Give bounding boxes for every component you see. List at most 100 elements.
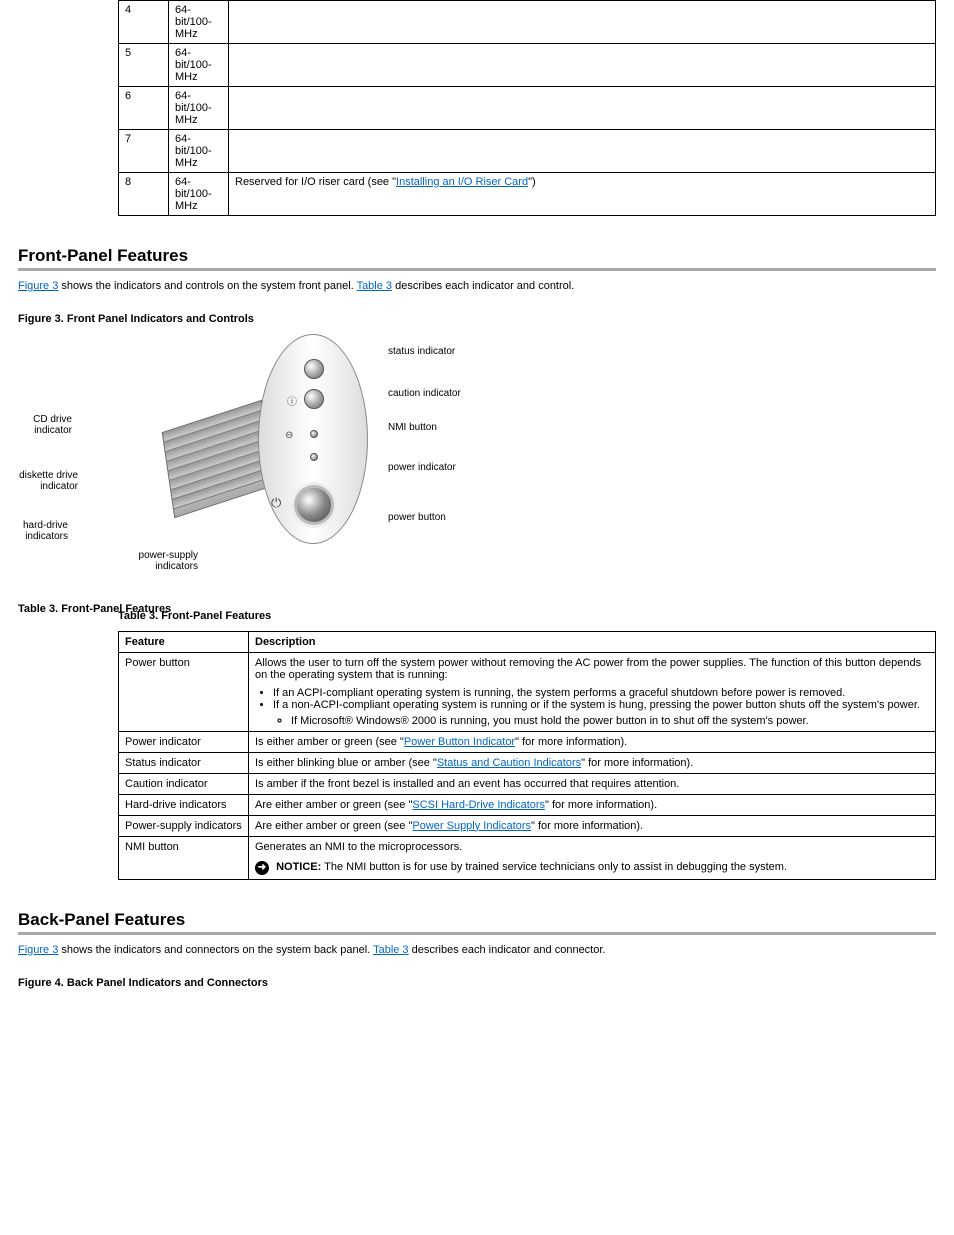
info-glyph-icon: ⓘ (287, 393, 297, 408)
cell-desc (229, 44, 936, 87)
callout-caution: caution indicator (388, 388, 461, 399)
power-glyph-icon: ⏻ (271, 495, 281, 511)
cell-card: 64-bit/100-MHz (169, 87, 229, 130)
power-button-indicator-link[interactable]: Power Button Indicator (404, 736, 515, 748)
top-table-wrap: 4 64-bit/100-MHz 5 64-bit/100-MHz 6 64-b… (18, 0, 936, 216)
ps-pre: Are either amber or green (see " (255, 820, 412, 832)
cell-feature: NMI button (119, 836, 249, 879)
bul2-text: If a non-ACPI-compliant operating system… (273, 699, 920, 711)
back-intro-text-1: shows the indicators and connectors on t… (61, 944, 373, 956)
status-led-icon (304, 359, 324, 379)
figure-4-link[interactable]: Figure 3 (18, 944, 58, 956)
cell-slot: 5 (119, 44, 169, 87)
list-item: If Microsoft® Windows® 2000 is running, … (291, 715, 929, 727)
cell-desc: Are either amber or green (see "Power Su… (249, 815, 936, 836)
device-illustration (162, 400, 275, 518)
notice-text: The NMI button is for use by trained ser… (324, 861, 787, 873)
top-table: 4 64-bit/100-MHz 5 64-bit/100-MHz 6 64-b… (118, 0, 936, 216)
table-row: Power button Allows the user to turn off… (119, 652, 936, 731)
nmi-glyph-icon: ⊖ (285, 430, 293, 441)
caption-bold: Panel Features (193, 610, 271, 622)
nmi-desc: Generates an NMI to the microprocessors. (255, 841, 929, 853)
table-header-row: Feature Description (119, 631, 936, 652)
front-intro-text-2: describes each indicator and control. (395, 280, 574, 292)
cell-feature: Power button (119, 652, 249, 731)
power-button-icon (294, 485, 334, 525)
figure-3-caption: Figure 3. Front Panel Indicators and Con… (18, 312, 936, 327)
cell-feature: Status indicator (119, 752, 249, 773)
callout-cd: CD drive indicator (18, 414, 72, 436)
cell-desc: Is either blinking blue or amber (see "S… (249, 752, 936, 773)
si-pre: Is either blinking blue or amber (see " (255, 757, 437, 769)
figure-3-link[interactable]: Figure 3 (18, 280, 58, 292)
cell-feature: Hard-drive indicators (119, 794, 249, 815)
list-item: If an ACPI-compliant operating system is… (273, 687, 929, 699)
nmi-button-icon (310, 430, 318, 438)
features-table: Feature Description Power button Allows … (118, 631, 936, 880)
table-row: Status indicator Is either blinking blue… (119, 752, 936, 773)
section-heading-front: Front-Panel Features (18, 246, 936, 271)
table-row: 7 64-bit/100-MHz (119, 130, 936, 173)
table-row: Hard-drive indicators Are either amber o… (119, 794, 936, 815)
cell-feature: Power-supply indicators (119, 815, 249, 836)
cell-card: 64-bit/100-MHz (169, 130, 229, 173)
table-3-link[interactable]: Table 3 (357, 280, 392, 292)
cell-desc: Allows the user to turn off the system p… (249, 652, 936, 731)
hd-post: " for more information). (545, 799, 657, 811)
pi-post: " for more information). (515, 736, 627, 748)
pb-desc: Allows the user to turn off the system p… (255, 657, 921, 681)
notice-label: NOTICE: (276, 861, 321, 873)
callout-psu: power-supply indicators (118, 550, 198, 572)
table-row: Power indicator Is either amber or green… (119, 731, 936, 752)
col-feature: Feature (119, 631, 249, 652)
table-row: Power-supply indicators Are either amber… (119, 815, 936, 836)
control-panel-oval: ⓘ ⊖ ⏻ (258, 334, 368, 544)
notice-block: ➜ NOTICE: The NMI button is for use by t… (255, 861, 929, 875)
callout-hdd: hard-drive indicators (18, 520, 68, 542)
psu-indicators-link[interactable]: Power Supply Indicators (412, 820, 531, 832)
power-led-icon (310, 453, 318, 461)
cell-feature: Caution indicator (119, 773, 249, 794)
figure-3: ⓘ ⊖ ⏻ status indicator caution indicator… (18, 334, 488, 584)
back-intro-para: Figure 3 shows the indicators and connec… (18, 943, 936, 958)
si-post: " for more information). (581, 757, 693, 769)
table-row: 4 64-bit/100-MHz (119, 1, 936, 44)
front-intro-para: Figure 3 shows the indicators and contro… (18, 279, 936, 294)
cell-desc (229, 130, 936, 173)
cell-slot: 8 (119, 173, 169, 216)
table-row: 6 64-bit/100-MHz (119, 87, 936, 130)
table-4-link[interactable]: Table 3 (373, 944, 408, 956)
cell-desc: Reserved for I/O riser card (see "Instal… (229, 173, 936, 216)
scsi-hdd-link[interactable]: SCSI Hard-Drive Indicators (412, 799, 545, 811)
col-desc: Description (249, 631, 936, 652)
cell-feature: Power indicator (119, 731, 249, 752)
cell-slot: 6 (119, 87, 169, 130)
back-intro-text-2: describes each indicator and connector. (412, 944, 606, 956)
notice-icon: ➜ (255, 861, 269, 875)
table-row: 5 64-bit/100-MHz (119, 44, 936, 87)
list-item: If a non-ACPI-compliant operating system… (273, 699, 929, 727)
cell-desc (229, 87, 936, 130)
caution-led-icon (304, 389, 324, 409)
cell-slot: 4 (119, 1, 169, 44)
table-row: NMI button Generates an NMI to the micro… (119, 836, 936, 879)
cell-desc: Generates an NMI to the microprocessors.… (249, 836, 936, 879)
figure-4-caption: Figure 4. Back Panel Indicators and Conn… (18, 976, 936, 991)
table-row: 8 64-bit/100-MHz Reserved for I/O riser … (119, 173, 936, 216)
front-intro-text-1: shows the indicators and controls on the… (61, 280, 356, 292)
table-row: Caution indicator Is amber if the front … (119, 773, 936, 794)
pi-pre: Is either amber or green (see " (255, 736, 404, 748)
riser-link[interactable]: Installing an I/O Riser Card (396, 176, 528, 188)
hd-pre: Are either amber or green (see " (255, 799, 412, 811)
ps-post: " for more information). (531, 820, 643, 832)
cell-desc: Are either amber or green (see "SCSI Har… (249, 794, 936, 815)
section-heading-back: Back-Panel Features (18, 910, 936, 935)
status-caution-link[interactable]: Status and Caution Indicators (437, 757, 581, 769)
callout-diskette: diskette drive indicator (18, 470, 78, 492)
cell-desc: Is either amber or green (see "Power But… (249, 731, 936, 752)
callout-powerbtn: power button (388, 512, 446, 523)
table-3-caption-real: Table 3. Front-Panel Features (118, 609, 936, 624)
callout-powerind: power indicator (388, 462, 456, 473)
cell-card: 64-bit/100-MHz (169, 44, 229, 87)
cell-card: 64-bit/100-MHz (169, 1, 229, 44)
